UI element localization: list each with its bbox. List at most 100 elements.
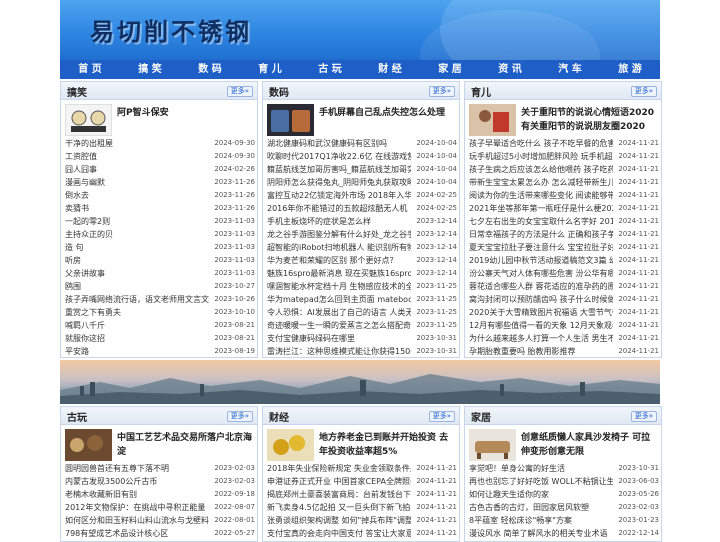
article-title[interactable]: 张勇谈组织架构调整 如何"掉兵布阵"调整战略: [267, 514, 411, 527]
list-item[interactable]: 古色古香的古灯，田园家居风软塑 2023-02-03: [469, 501, 659, 514]
nav-item[interactable]: 育 儿: [240, 60, 300, 79]
article-title[interactable]: 圆明园兽首还有五尊下落不明: [65, 462, 209, 475]
featured-title[interactable]: 地方养老金已到账并开始投资 去年投资收益率超5%: [319, 431, 457, 459]
list-item[interactable]: 内蒙古发现3500公斤古币 2023-02-03: [65, 475, 255, 488]
list-item[interactable]: 如何区分和田玉籽料山料山流水与戈壁料 2022-08-01: [65, 514, 255, 527]
list-item[interactable]: 听房 2023-11-03: [65, 254, 255, 267]
nav-item[interactable]: 数 码: [180, 60, 240, 79]
list-item[interactable]: 为什么越来越多人打算一个人生活 男生不结婚 2024-11-21: [469, 332, 659, 345]
article-title[interactable]: 夏天宝宝拉肚子要注意什么 宝宝拉肚子好转迹: [469, 241, 613, 254]
article-title[interactable]: 吹聊时代2017Q1净收22.6亿 在线游戏营收1.397: [267, 150, 411, 163]
list-item[interactable]: 嘿涸智能水杯定档十月 生物感应技术的全新突 2023-11-25: [267, 280, 457, 293]
list-item[interactable]: 魅族16spro最新消息 现在买魅族16spro划算吗 2023-12-14: [267, 267, 457, 280]
article-title[interactable]: 2012年文物保护：在挑战中寻积正能量: [65, 501, 209, 514]
list-item[interactable]: 孕期胎教重要吗 胎教用影推荐 2024-11-21: [469, 345, 659, 357]
article-title[interactable]: 阴阳师怎么获得兔丸_阴阳师兔丸获取攻略_阴阳: [267, 176, 411, 189]
article-title[interactable]: 造 句: [65, 241, 209, 254]
article-title[interactable]: 8平蕴室 轻松床诊"畅享"方案: [469, 514, 613, 527]
article-title[interactable]: 申港证券正式开业 中国首家CEPA全牌照券商: [267, 475, 411, 488]
list-item[interactable]: 干净的出租屋 2024-09-30: [65, 137, 255, 150]
list-item[interactable]: 2012年文物保护：在挑战中寻积正能量 2022-08-07: [65, 501, 255, 514]
list-item[interactable]: 享觉吧！单身公寓的好生活 2023-10-31: [469, 462, 659, 475]
list-item[interactable]: 倒水去 2023-11-26: [65, 189, 255, 202]
list-item[interactable]: 漫设风水 简单了解风水的相关专业术语 2022-12-14: [469, 527, 659, 540]
article-title[interactable]: 孩子早晕适合吃什么 孩子不吃早餐的危害: [469, 137, 613, 150]
list-item[interactable]: 汾公寨天气对人体有哪些危害 汾公华有哪些有 2024-11-21: [469, 267, 659, 280]
list-item[interactable]: 令人恐惧：AI发展出了自己的语言 人类无法理 2023-11-25: [267, 306, 457, 319]
article-title[interactable]: 湖北健康码和武汉健康码有区别吗: [267, 137, 411, 150]
article-title[interactable]: 享觉吧！单身公寓的好生活: [469, 462, 613, 475]
article-title[interactable]: 2021年坐等那年第一瓶旺仔是什么梗2021年的: [469, 202, 613, 215]
list-item[interactable]: 再也也别忘了好好吃饭 WOLL不粘锅让生活更 2023-06-03: [469, 475, 659, 488]
article-title[interactable]: 倒水去: [65, 189, 209, 202]
article-title[interactable]: 一起的零2则: [65, 215, 209, 228]
list-item[interactable]: 鸥围 2023-10-27: [65, 280, 255, 293]
list-item[interactable]: 主持众正的贝 2023-11-03: [65, 228, 255, 241]
list-item[interactable]: 奇迹暖暖一生一瞬的爱蒸言之怎么搭配奇迹暖暖 2023-11-25: [267, 319, 457, 332]
list-item[interactable]: 平安路 2023-08-19: [65, 345, 255, 357]
list-item[interactable]: 工资腔值 2024-09-30: [65, 150, 255, 163]
more-button[interactable]: 更多»: [226, 86, 253, 97]
article-title[interactable]: 龙之谷手游图鉴分解有什么好处_龙之谷手游图: [267, 228, 411, 241]
article-title[interactable]: 阅读为你的生活带来哪些变化 阅读能够带来哪: [469, 189, 613, 202]
featured-thumbnail[interactable]: [65, 104, 112, 136]
article-title[interactable]: 支付宝健康码绿码在哪里: [267, 332, 411, 345]
list-item[interactable]: 漫画与幽默 2023-11-26: [65, 176, 255, 189]
list-item[interactable]: 2021年坐等那年第一瓶旺仔是什么梗2021年的 2024-11-21: [469, 202, 659, 215]
article-title[interactable]: 新飞卖身4.5亿起拍 又一巨头倒下新飞拍卖花落: [267, 501, 411, 514]
article-title[interactable]: 父亲讲故事: [65, 267, 209, 280]
featured-thumbnail[interactable]: [469, 104, 516, 136]
featured-title[interactable]: 手机屏幕自己乱点失控怎么处理: [319, 106, 457, 120]
more-button[interactable]: 更多»: [630, 411, 657, 422]
article-title[interactable]: 干净的出租屋: [65, 137, 209, 150]
nav-item[interactable]: 家 居: [420, 60, 480, 79]
more-button[interactable]: 更多»: [428, 86, 455, 97]
article-title[interactable]: 富控互动22亿锁定海外市场 2018年入华战略大: [267, 189, 411, 202]
list-item[interactable]: 雷涛拦江：这种思维模式能让你获得1500 亿美 2023-10-31: [267, 345, 457, 357]
article-title[interactable]: 2016年你不能错过的五款超炫酷无人机: [267, 202, 411, 215]
list-item[interactable]: 张勇谈组织架构调整 如何"掉兵布阵"调整战略 2024-11-21: [267, 514, 457, 527]
list-item[interactable]: 2018年失业保险新规定 失业金领取条件是什么 2024-11-21: [267, 462, 457, 475]
article-title[interactable]: 手机主板烧坏的症状是怎么样: [267, 215, 411, 228]
list-item[interactable]: 七夕左右出生的女宝宝取什么名字好 2018七夕 2024-11-21: [469, 215, 659, 228]
list-item[interactable]: 12月有哪些值得一看的天象 12月天象观看指南 2024-11-21: [469, 319, 659, 332]
site-title[interactable]: 易切削不锈钢: [90, 12, 252, 47]
article-title[interactable]: 揭底郑州土豪喜装富商局：台前发钱台下财务: [267, 488, 411, 501]
list-item[interactable]: 卖猜书 2023-11-26: [65, 202, 255, 215]
article-title[interactable]: 超智能的iRobot扫地机器人 能识别所有物体: [267, 241, 411, 254]
article-title[interactable]: 日常幸福孩子的方法是什么 正确和孩子争子的: [469, 228, 613, 241]
list-item[interactable]: 一起的零2则 2023-11-03: [65, 215, 255, 228]
article-title[interactable]: 卖猜书: [65, 202, 209, 215]
list-item[interactable]: 2016年你不能错过的五款超炫酷无人机 2024-02-25: [267, 202, 457, 215]
featured-item[interactable]: 中国工艺艺术品交易所落户北京海淀: [61, 429, 257, 463]
list-item[interactable]: 玩手机超过5小时增加肥胖风险 玩手机超过5小 2024-11-21: [469, 150, 659, 163]
article-title[interactable]: 重赏之下有勇夫: [65, 306, 209, 319]
article-title[interactable]: 华为matepad怎么回到主页面 matebook e值得入: [267, 293, 411, 306]
list-item[interactable]: 圆明园兽首还有五尊下落不明 2023-02-03: [65, 462, 255, 475]
nav-item[interactable]: 首 页: [60, 60, 120, 79]
featured-item[interactable]: 关于重阳节的说说心情短语2020 有关重阳节的说说朋友圈2020: [465, 104, 661, 138]
list-item[interactable]: 老楠木收藏新旧有别 2022-09-18: [65, 488, 255, 501]
list-item[interactable]: 新飞卖身4.5亿起拍 又一巨头倒下新飞拍卖花落 2024-11-21: [267, 501, 457, 514]
article-title[interactable]: 玩手机超过5小时增加肥胖风险 玩手机超过5小: [469, 150, 613, 163]
list-item[interactable]: 阅读为你的生活带来哪些变化 阅读能够带来哪 2024-11-21: [469, 189, 659, 202]
featured-title[interactable]: 中国工艺艺术品交易所落户北京海淀: [117, 431, 255, 459]
article-title[interactable]: 魅族16spro最新消息 现在买魅族16spro划算吗: [267, 267, 411, 280]
list-item[interactable]: 蓉花适合哪些人群 蓉花适应的准孕药的原因 2024-11-21: [469, 280, 659, 293]
list-item[interactable]: 8平蕴室 轻松床诊"畅享"方案 2023-01-23: [469, 514, 659, 527]
list-item[interactable]: 支付宝健康码绿码在哪里 2023-10-31: [267, 332, 457, 345]
featured-title[interactable]: 创意纸质懒人家具沙发椅子 可拉伸变形创意无限: [521, 431, 659, 459]
featured-thumbnail[interactable]: [267, 104, 314, 136]
list-item[interactable]: 喊羁八千斤 2023-08-21: [65, 319, 255, 332]
list-item[interactable]: 阴阳师怎么获得兔丸_阴阳师兔丸获取攻略_阴阳 2024-10-04: [267, 176, 457, 189]
article-title[interactable]: 就服你这招: [65, 332, 209, 345]
list-item[interactable]: 申港证券正式开业 中国首家CEPA全牌照券商 2024-11-21: [267, 475, 457, 488]
more-button[interactable]: 更多»: [226, 411, 253, 422]
list-item[interactable]: 造 句 2023-11-03: [65, 241, 255, 254]
article-title[interactable]: 嘿涸智能水杯定档十月 生物感应技术的全新突: [267, 280, 411, 293]
list-item[interactable]: 798有望成艺术品设计核心区 2022-05-27: [65, 527, 255, 540]
article-title[interactable]: 漫设风水 简单了解风水的相关专业术语: [469, 527, 613, 540]
list-item[interactable]: 孩子生病之后应该怎么给他喂药 孩子吃药要注 2024-11-21: [469, 163, 659, 176]
featured-title[interactable]: 阿P智斗保安: [117, 106, 255, 120]
list-item[interactable]: 支付宝真的会走向中国支付 答宝让大家意想不 2024-11-21: [267, 527, 457, 540]
